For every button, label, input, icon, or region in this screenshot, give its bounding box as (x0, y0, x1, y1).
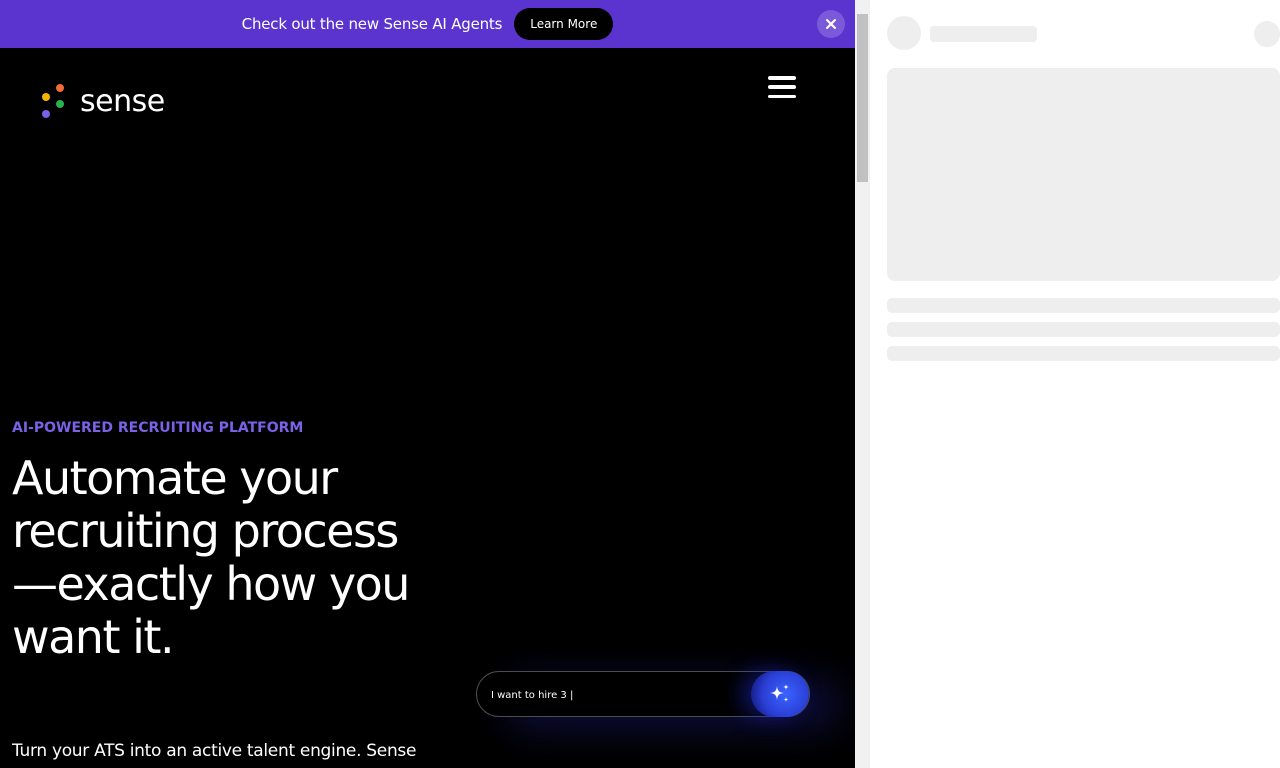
ai-prompt-box (476, 671, 810, 717)
ai-submit-button[interactable] (751, 671, 809, 717)
banner-close-button[interactable] (817, 10, 845, 38)
close-icon (826, 19, 836, 29)
skeleton-line (887, 346, 1280, 361)
skeleton-card (887, 68, 1280, 281)
announcement-banner: Check out the new Sense AI Agents Learn … (0, 0, 855, 48)
website-pane: Check out the new Sense AI Agents Learn … (0, 0, 855, 768)
logo-dots-icon (42, 84, 66, 120)
skeleton-line (887, 322, 1280, 337)
loading-side-panel (870, 0, 1280, 768)
ai-prompt-input[interactable] (491, 686, 741, 704)
hero-title: Automate your recruiting process—exactly… (12, 451, 410, 664)
sense-logo[interactable]: sense (42, 84, 165, 120)
learn-more-button[interactable]: Learn More (514, 8, 614, 40)
site-header: sense (0, 48, 855, 148)
skeleton-action-dot (1254, 21, 1280, 47)
hero-subtitle: Turn your ATS into an active talent engi… (12, 741, 417, 761)
banner-text: Check out the new Sense AI Agents (241, 15, 503, 33)
hero-eyebrow: AI-POWERED RECRUITING PLATFORM (12, 420, 304, 436)
skeleton-title-bar (930, 26, 1037, 42)
skeleton-line (887, 298, 1280, 313)
sparkle-icon (770, 684, 789, 702)
page-scrollbar[interactable] (855, 0, 870, 768)
scrollbar-thumb[interactable] (857, 14, 868, 182)
logo-text: sense (80, 84, 165, 119)
skeleton-avatar (887, 16, 921, 50)
hamburger-icon[interactable] (768, 76, 796, 98)
